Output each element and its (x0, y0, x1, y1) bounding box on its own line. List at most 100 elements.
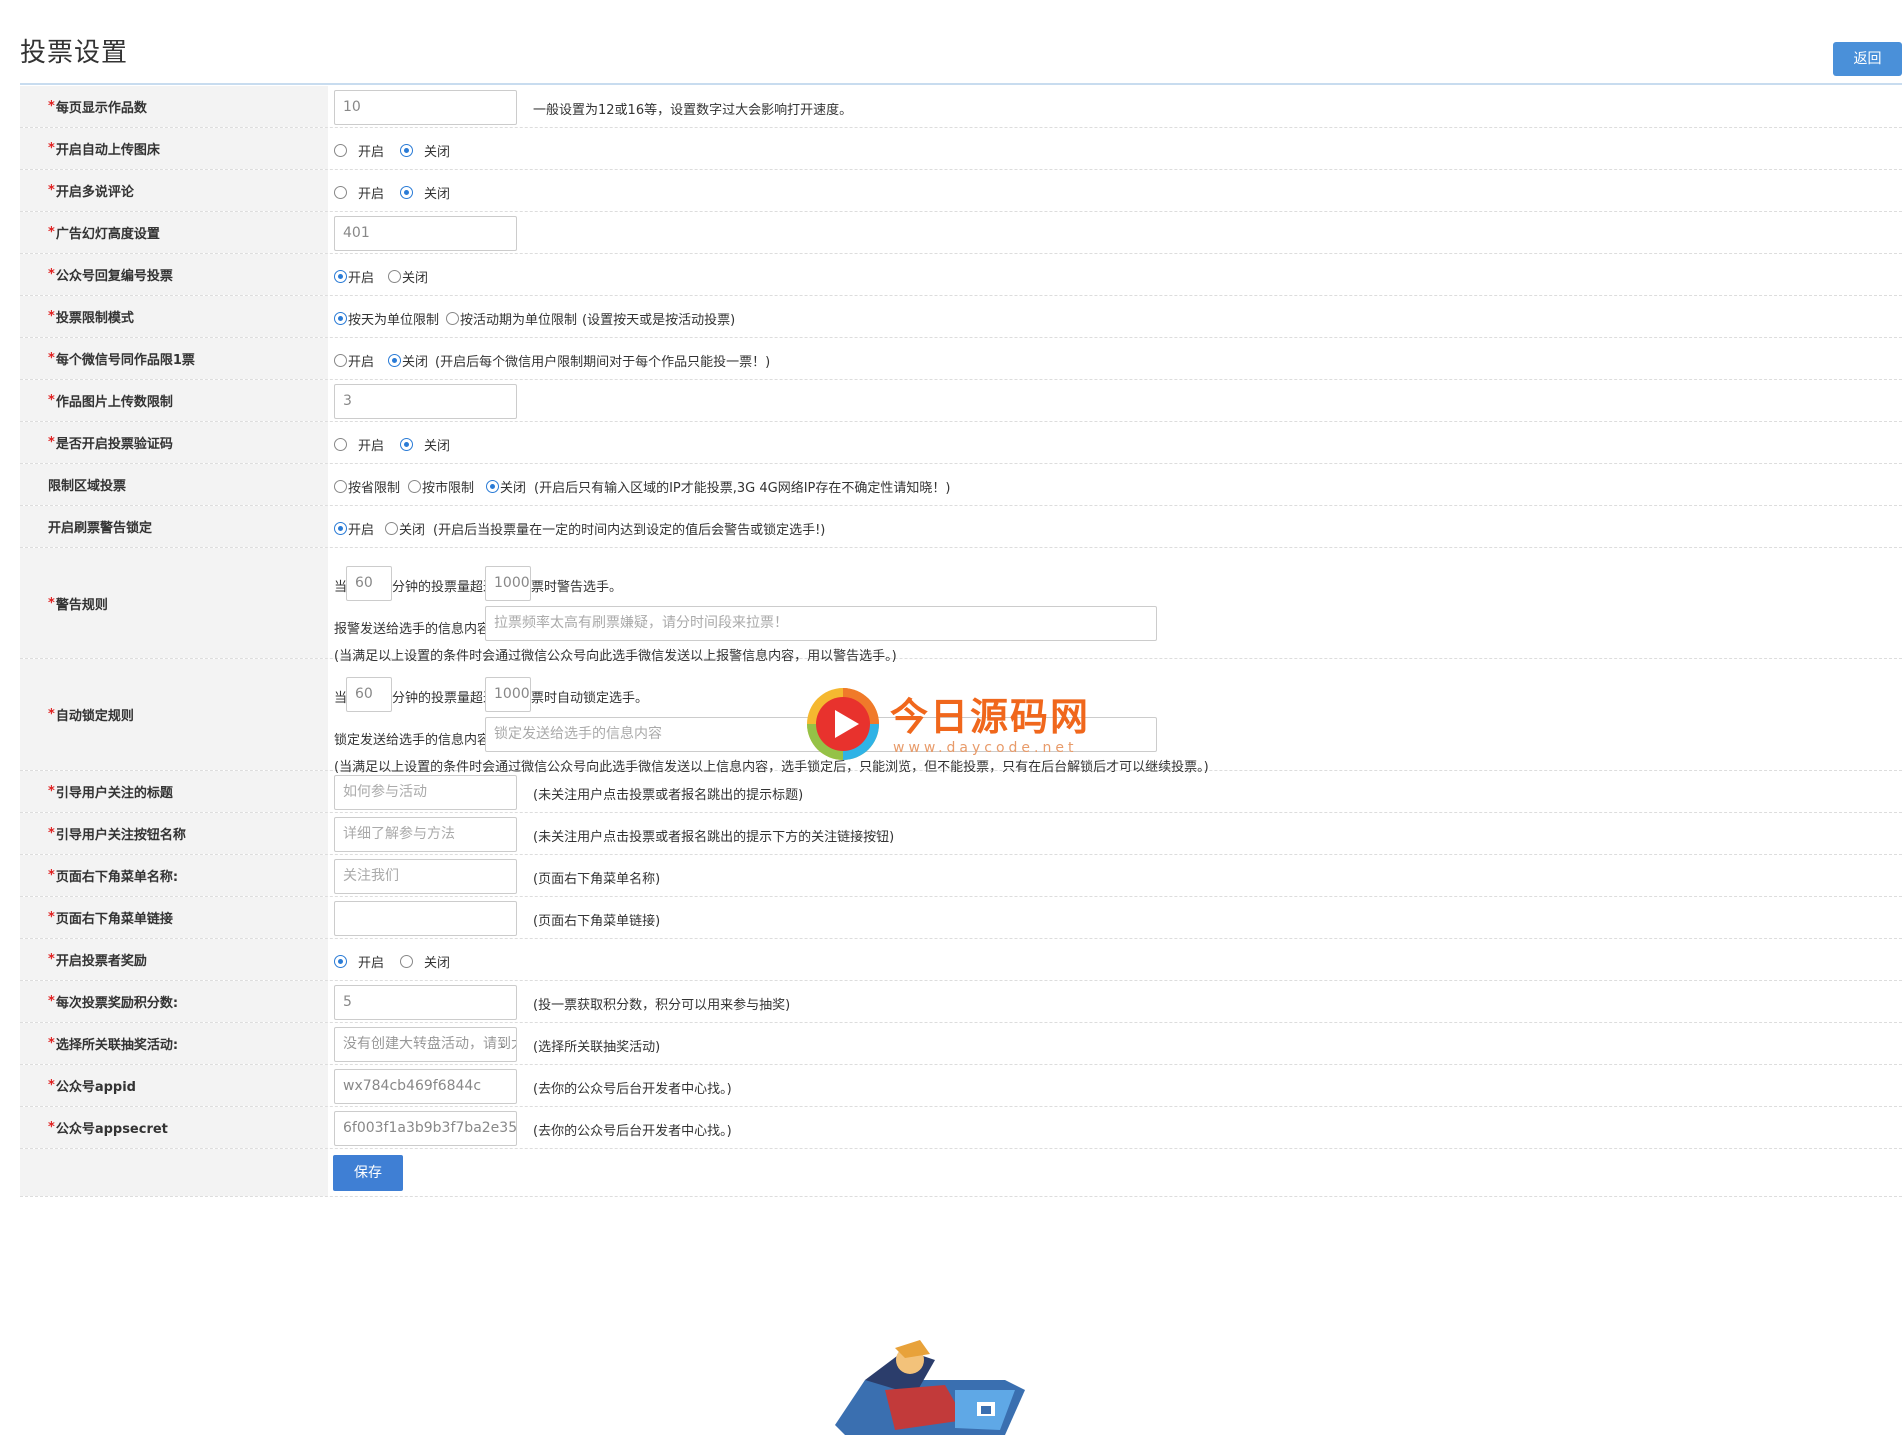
row-reward-points: * 每次投票奖励积分数: 5 (投一票获取积分数，积分可以用来参与抽奖) (20, 981, 1902, 1023)
row-label: * 自动锁定规则 (20, 659, 328, 770)
region-off-radio[interactable]: 关闭 (486, 477, 526, 496)
reward-points-input[interactable]: 5 (334, 985, 517, 1020)
row-label: * 是否开启投票验证码 (20, 422, 328, 463)
warn-votes-input[interactable]: 1000 (485, 566, 531, 601)
row-label: * 警告规则 (20, 548, 328, 658)
appid-input[interactable]: wx784cb469f6844c (334, 1069, 517, 1104)
radio-checked-icon (334, 270, 347, 283)
row-captcha: * 是否开启投票验证码 开启 关闭 (20, 422, 1902, 464)
multi-comment-on-radio[interactable]: 开启 (334, 183, 384, 202)
reward-points-note: (投一票获取积分数，积分可以用来参与抽奖) (533, 998, 791, 1013)
row-label: * 引导用户关注的标题 (20, 771, 328, 812)
radio-checked-icon (388, 354, 401, 367)
per-page-input[interactable]: 10 (334, 90, 517, 125)
multi-comment-off-radio[interactable]: 关闭 (400, 183, 450, 202)
menu-name-note: (页面右下角菜单名称) (533, 872, 661, 887)
warn-msg-label: 报警发送给选手的信息内容: (334, 622, 495, 637)
lottery-select[interactable]: 没有创建大转盘活动，请到大转盘⌄ (334, 1027, 517, 1062)
row-label: * 开启自动上传图床 (20, 128, 328, 169)
watermark-text: 今日源码网 (890, 695, 1091, 739)
appid-note: (去你的公众号后台开发者中心找。) (533, 1082, 732, 1097)
warn-minutes-input[interactable]: 60 (346, 566, 392, 601)
row-label: * 页面右下角菜单名称: (20, 855, 328, 896)
wechat-reply-on-radio[interactable]: 开启 (334, 267, 374, 286)
radio-checked-icon (486, 480, 499, 493)
row-label: 开启刷票警告锁定 (20, 506, 328, 547)
appsecret-input[interactable]: 6f003f1a3b9b3f7ba2e351c6c (334, 1111, 517, 1146)
page-title: 投票设置 (20, 38, 129, 68)
follow-button-note: (未关注用户点击投票或者报名跳出的提示下方的关注链接按钮) (533, 830, 895, 845)
captcha-on-radio[interactable]: 开启 (334, 435, 384, 454)
region-city-radio[interactable]: 按市限制 (408, 477, 474, 496)
row-brush-lock: 开启刷票警告锁定 开启 关闭 (开启后当投票量在一定的时间内达到设定的值后会警告… (20, 506, 1902, 548)
menu-name-input[interactable]: 关注我们 (334, 859, 517, 894)
row-label: * 每页显示作品数 (20, 86, 328, 127)
row-label: * 广告幻灯高度设置 (20, 212, 328, 253)
limit-day-radio[interactable]: 按天为单位限制 (334, 309, 439, 328)
row-save: 保存 (20, 1149, 1902, 1197)
lock-minutes-input[interactable]: 60 (346, 677, 392, 712)
row-lottery: *选择所关联抽奖活动: 没有创建大转盘活动，请到大转盘⌄ (选择所关联抽奖活动) (20, 1023, 1902, 1065)
warn-mid-text: 分钟的投票量超过 (392, 580, 497, 595)
one-vote-off-radio[interactable]: 关闭 (388, 351, 428, 370)
reward-off-radio[interactable]: 关闭 (400, 952, 450, 971)
radio-icon (334, 186, 347, 199)
reward-on-radio[interactable]: 开启 (334, 952, 384, 971)
radio-checked-icon (400, 144, 413, 157)
mascot-image (835, 1340, 1025, 1435)
brush-lock-off-radio[interactable]: 关闭 (385, 519, 425, 538)
per-page-note: 一般设置为12或16等，设置数字过大会影响打开速度。 (533, 103, 853, 118)
row-label: 限制区域投票 (20, 464, 328, 505)
radio-checked-icon (400, 186, 413, 199)
row-menu-name: * 页面右下角菜单名称: 关注我们 (页面右下角菜单名称) (20, 855, 1902, 897)
row-label: * 公众号appsecret (20, 1107, 328, 1148)
one-vote-note: (开启后每个微信用户限制期间对于每个作品只能投一票！) (435, 355, 771, 370)
menu-link-note: (页面右下角菜单链接) (533, 914, 661, 929)
wechat-reply-off-radio[interactable]: 关闭 (388, 267, 428, 286)
row-reward: * 开启投票者奖励 开启 关闭 (20, 939, 1902, 981)
radio-icon (334, 144, 347, 157)
row-one-vote: * 每个微信号同作品限1票 开启 关闭 (开启后每个微信用户限制期间对于每个作品只… (20, 338, 1902, 380)
app: 投票设置 返回 * 每页显示作品数 10 一般设置为12或16等，设置数字过大会影… (0, 0, 1902, 1442)
row-label: * 选择所关联抽奖活动: (20, 1023, 328, 1064)
ad-height-input[interactable]: 401 (334, 216, 517, 251)
auto-upload-off-radio[interactable]: 关闭 (400, 141, 450, 160)
radio-icon (334, 354, 347, 367)
row-label: * 公众号回复编号投票 (20, 254, 328, 295)
back-button[interactable]: 返回 (1833, 42, 1902, 76)
auto-upload-on-radio[interactable]: 开启 (334, 141, 384, 160)
captcha-off-radio[interactable]: 关闭 (400, 435, 450, 454)
save-button[interactable]: 保存 (333, 1155, 403, 1191)
warn-message-input[interactable]: 拉票频率太高有刷票嫌疑，请分时间段来拉票！ (485, 606, 1157, 641)
one-vote-on-radio[interactable]: 开启 (334, 351, 374, 370)
row-follow-button: * 引导用户关注按钮名称 详细了解参与方法 (未关注用户点击投票或者报名跳出的提示… (20, 813, 1902, 855)
radio-checked-icon (334, 522, 347, 535)
radio-icon (385, 522, 398, 535)
row-label: * 引导用户关注按钮名称 (20, 813, 328, 854)
limit-period-radio[interactable]: 按活动期为单位限制 (446, 309, 577, 328)
row-menu-link: * 页面右下角菜单链接 (页面右下角菜单链接) (20, 897, 1902, 939)
follow-title-input[interactable]: 如何参与活动 (334, 775, 517, 810)
region-province-radio[interactable]: 按省限制 (334, 477, 400, 496)
row-label: * 每个微信号同作品限1票 (20, 338, 328, 379)
brush-lock-note: (开启后当投票量在一定的时间内达到设定的值后会警告或锁定选手!) (433, 523, 826, 538)
lock-msg-label: 锁定发送给选手的信息内容: (334, 733, 495, 748)
lottery-note: (选择所关联抽奖活动) (533, 1040, 661, 1055)
row-wechat-reply: * 公众号回复编号投票 开启 关闭 (20, 254, 1902, 296)
row-auto-upload: * 开启自动上传图床 开启 关闭 (20, 128, 1902, 170)
region-note: (开启后只有输入区域的IP才能投票,3G 4G网络IP存在不确定性请知晓！) (534, 481, 951, 496)
settings-form: * 每页显示作品数 10 一般设置为12或16等，设置数字过大会影响打开速度。 *… (20, 86, 1902, 1197)
menu-link-input[interactable] (334, 901, 517, 936)
watermark-logo: 今日源码网 www.daycode.net (805, 680, 1105, 780)
row-label: * 投票限制模式 (20, 296, 328, 337)
upload-limit-input[interactable]: 3 (334, 384, 517, 419)
brush-lock-on-radio[interactable]: 开启 (334, 519, 374, 538)
lock-votes-input[interactable]: 1000 (485, 677, 531, 712)
row-label: * 开启投票者奖励 (20, 939, 328, 980)
row-upload-limit: * 作品图片上传数限制 3 (20, 380, 1902, 422)
follow-button-input[interactable]: 详细了解参与方法 (334, 817, 517, 852)
row-label: * 作品图片上传数限制 (20, 380, 328, 421)
radio-icon (334, 480, 347, 493)
row-appid: * 公众号appid wx784cb469f6844c (去你的公众号后台开发者中… (20, 1065, 1902, 1107)
lock-suffix: 票时自动锁定选手。 (531, 691, 649, 706)
